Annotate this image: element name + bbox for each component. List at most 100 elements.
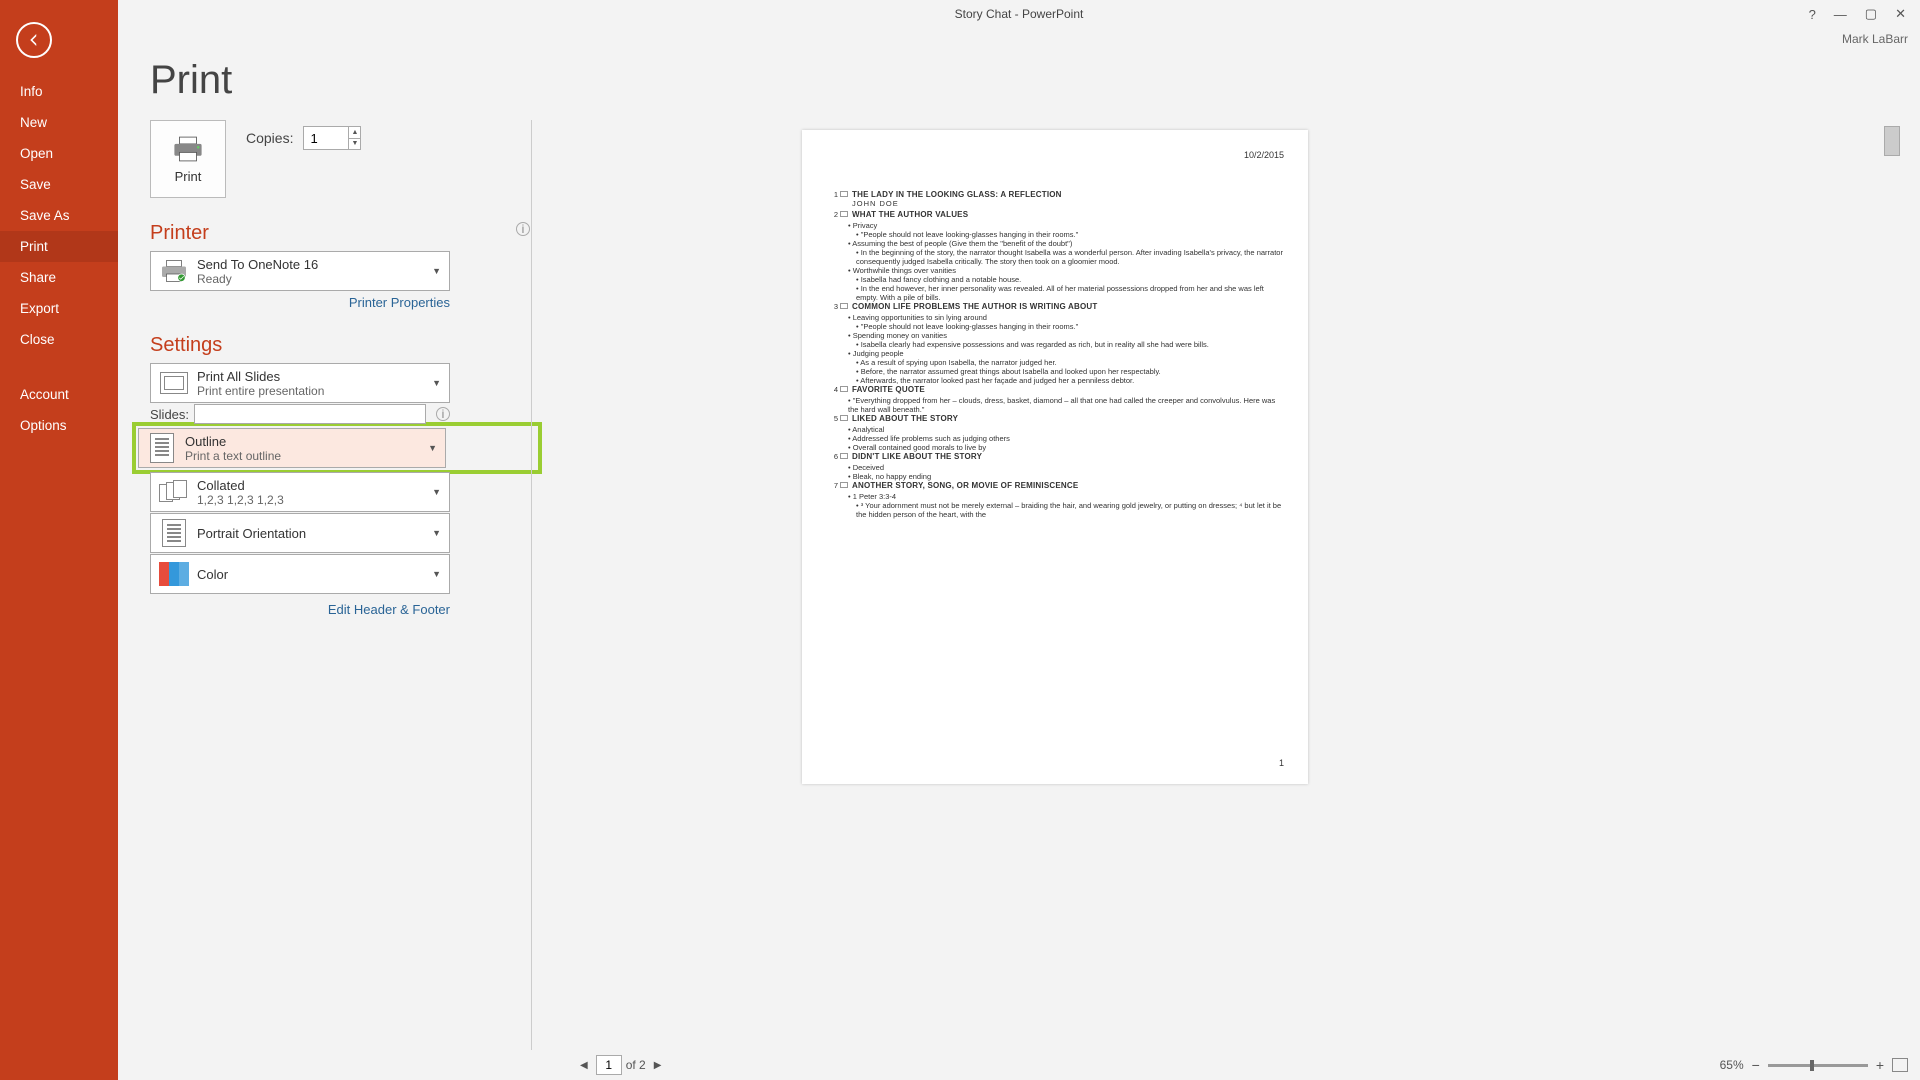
outline-slide: 1THE LADY IN THE LOOKING GLASS: A REFLEC… — [826, 190, 1284, 208]
sidebar-item-save-as[interactable]: Save As — [0, 200, 118, 231]
outline-bullet: Worthwhile things over vanities — [848, 266, 1284, 275]
outline-slide: 6DIDN'T LIKE ABOUT THE STORY — [826, 452, 1284, 461]
info-icon[interactable]: i — [516, 222, 530, 236]
sidebar-item-share[interactable]: Share — [0, 262, 118, 293]
printer-device-icon — [159, 256, 189, 286]
preview-page-number: 1 — [1279, 758, 1284, 768]
print-range-title: Print All Slides — [197, 369, 441, 384]
outline-bullet: Isabella had fancy clothing and a notabl… — [856, 275, 1284, 284]
outline-bullet: Addressed life problems such as judging … — [848, 434, 1284, 443]
color-title: Color — [197, 567, 441, 582]
sidebar-item-print[interactable]: Print — [0, 231, 118, 262]
outline-bullet: As a result of spying upon Isabella, the… — [856, 358, 1284, 367]
sidebar-item-close[interactable]: Close — [0, 324, 118, 355]
outline-bullet: Overall contained good morals to live by — [848, 443, 1284, 452]
outline-bullet: Privacy — [848, 221, 1284, 230]
orientation-select[interactable]: Portrait Orientation ▼ — [150, 513, 450, 553]
back-button[interactable] — [16, 22, 52, 58]
outline-bullet: Bleak, no happy ending — [848, 472, 1284, 481]
outline-bullet: Isabella clearly had expensive possessio… — [856, 340, 1284, 349]
scrollbar-thumb[interactable] — [1884, 126, 1900, 156]
outline-bullet: In the end however, her inner personalit… — [856, 284, 1284, 302]
sidebar-item-account[interactable]: Account — [0, 379, 118, 410]
slides-range-icon — [159, 368, 189, 398]
preview-date: 10/2/2015 — [826, 150, 1284, 160]
current-page-input[interactable] — [596, 1055, 622, 1075]
collate-title: Collated — [197, 478, 441, 493]
outline-bullet: Deceived — [848, 463, 1284, 472]
print-preview: 10/2/2015 1THE LADY IN THE LOOKING GLASS… — [532, 56, 1900, 1046]
outline-slide: 4FAVORITE QUOTE — [826, 385, 1284, 394]
print-layout-title: Outline — [185, 434, 437, 449]
chevron-down-icon: ▼ — [432, 569, 441, 579]
copies-input[interactable]: 1 ▲▼ — [303, 126, 361, 150]
outline-bullet: Leaving opportunities to sin lying aroun… — [848, 313, 1284, 322]
settings-heading: Settings — [150, 334, 530, 357]
slides-input[interactable] — [194, 404, 426, 424]
outline-bullet: Afterwards, the narrator looked past her… — [856, 376, 1284, 385]
zoom-in-button[interactable]: + — [1876, 1057, 1884, 1073]
prev-page-button[interactable]: ◀ — [576, 1060, 592, 1071]
print-layout-select[interactable]: Outline Print a text outline ▼ — [138, 428, 446, 468]
outline-page-icon — [147, 433, 177, 463]
outline-slide: 2WHAT THE AUTHOR VALUES — [826, 210, 1284, 219]
page-of-label: of 2 — [626, 1058, 646, 1072]
collate-select[interactable]: Collated 1,2,3 1,2,3 1,2,3 ▼ — [150, 472, 450, 512]
zoom-slider[interactable] — [1768, 1064, 1868, 1067]
collated-icon — [159, 477, 189, 507]
print-layout-sub: Print a text outline — [185, 449, 437, 463]
chevron-down-icon: ▼ — [432, 528, 441, 538]
sidebar-item-save[interactable]: Save — [0, 169, 118, 200]
color-swatch-icon — [159, 559, 189, 589]
zoom-level: 65% — [1720, 1058, 1744, 1072]
outline-bullet: 1 Peter 3:3-4 — [848, 492, 1284, 501]
highlighted-setting: Outline Print a text outline ▼ — [132, 422, 542, 474]
preview-page: 10/2/2015 1THE LADY IN THE LOOKING GLASS… — [802, 130, 1308, 784]
backstage-sidebar: InfoNewOpenSaveSave AsPrintShareExportCl… — [0, 0, 118, 1080]
outline-bullet: Analytical — [848, 425, 1284, 434]
print-button[interactable]: Print — [150, 120, 226, 198]
status-bar: ◀ of 2 ▶ 65% − + — [532, 1050, 1920, 1080]
outline-bullet: Judging people — [848, 349, 1284, 358]
sidebar-item-info[interactable]: Info — [0, 76, 118, 107]
sidebar-item-open[interactable]: Open — [0, 138, 118, 169]
sidebar-item-new[interactable]: New — [0, 107, 118, 138]
preview-scrollbar[interactable] — [1884, 126, 1900, 1046]
chevron-down-icon: ▼ — [432, 487, 441, 497]
printer-properties-link[interactable]: Printer Properties — [150, 295, 450, 310]
chevron-down-icon: ▼ — [432, 266, 441, 276]
copies-up-icon[interactable]: ▲ — [349, 127, 360, 139]
outline-bullet: Assuming the best of people (Give them t… — [848, 239, 1284, 248]
collate-sub: 1,2,3 1,2,3 1,2,3 — [197, 493, 441, 507]
printer-name: Send To OneNote 16 — [197, 257, 441, 272]
printer-heading: Printer i — [150, 222, 530, 245]
outline-bullet: "People should not leave looking-glasses… — [856, 322, 1284, 331]
outline-slide: 3COMMON LIFE PROBLEMS THE AUTHOR IS WRIT… — [826, 302, 1284, 311]
copies-label: Copies: — [246, 130, 293, 146]
outline-bullet: "People should not leave looking-glasses… — [856, 230, 1284, 239]
outline-slide: 7ANOTHER STORY, SONG, OR MOVIE OF REMINI… — [826, 481, 1284, 490]
print-range-select[interactable]: Print All Slides Print entire presentati… — [150, 363, 450, 403]
print-range-sub: Print entire presentation — [197, 384, 441, 398]
sidebar-item-export[interactable]: Export — [0, 293, 118, 324]
next-page-button[interactable]: ▶ — [650, 1060, 666, 1071]
zoom-out-button[interactable]: − — [1752, 1057, 1760, 1073]
chevron-down-icon: ▼ — [432, 378, 441, 388]
outline-bullet: "Everything dropped from her – clouds, d… — [848, 396, 1284, 414]
orientation-title: Portrait Orientation — [197, 526, 441, 541]
outline-bullet: Before, the narrator assumed great thing… — [856, 367, 1284, 376]
chevron-down-icon: ▼ — [428, 443, 437, 453]
portrait-page-icon — [159, 518, 189, 548]
edit-header-footer-link[interactable]: Edit Header & Footer — [150, 602, 450, 617]
printer-status: Ready — [197, 272, 441, 286]
copies-down-icon[interactable]: ▼ — [349, 139, 360, 150]
color-select[interactable]: Color ▼ — [150, 554, 450, 594]
outline-bullet: Spending money on vanities — [848, 331, 1284, 340]
info-icon[interactable]: i — [436, 407, 450, 421]
print-button-label: Print — [175, 169, 202, 184]
slides-label: Slides: — [150, 407, 188, 422]
copies-value: 1 — [310, 131, 317, 146]
sidebar-item-options[interactable]: Options — [0, 410, 118, 441]
zoom-fit-button[interactable] — [1892, 1058, 1908, 1072]
printer-select[interactable]: Send To OneNote 16 Ready ▼ — [150, 251, 450, 291]
